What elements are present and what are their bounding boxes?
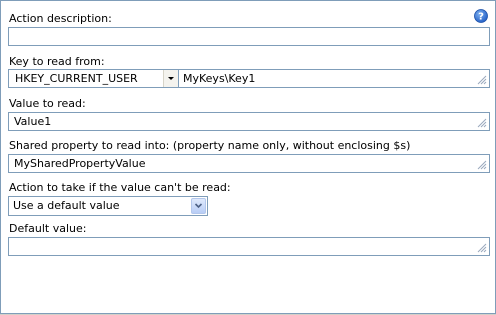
chevron-down-icon[interactable] <box>163 70 178 87</box>
default-value-label: Default value: <box>9 222 87 235</box>
shared-property-input[interactable]: MySharedPropertyValue <box>8 154 490 173</box>
action-description-input[interactable] <box>8 27 490 46</box>
failure-action-label: Action to take if the value can't be rea… <box>9 181 231 194</box>
action-properties-panel: Action description: ? Key to read from: … <box>0 0 496 314</box>
failure-action-select[interactable]: Use a default value <box>8 196 208 216</box>
help-icon[interactable]: ? <box>474 9 488 23</box>
shared-property-label: Shared property to read into: (property … <box>9 139 411 152</box>
action-description-label: Action description: <box>9 12 112 25</box>
resize-grip-icon[interactable] <box>477 118 487 128</box>
registry-hive-value: HKEY_CURRENT_USER <box>15 72 138 85</box>
svg-text:?: ? <box>478 12 484 23</box>
registry-hive-select[interactable]: HKEY_CURRENT_USER <box>8 69 179 88</box>
value-to-read-input[interactable]: Value1 <box>8 112 490 131</box>
resize-grip-icon[interactable] <box>477 243 487 253</box>
registry-key-path-value: MyKeys\Key1 <box>183 72 256 85</box>
resize-grip-icon[interactable] <box>477 75 487 85</box>
default-value-input[interactable] <box>8 237 490 256</box>
key-to-read-label: Key to read from: <box>9 55 105 68</box>
failure-action-selected: Use a default value <box>13 199 120 212</box>
value-to-read-value: Value1 <box>14 115 52 128</box>
shared-property-value: MySharedPropertyValue <box>14 157 146 170</box>
value-to-read-label: Value to read: <box>9 97 86 110</box>
registry-key-path-input[interactable]: MyKeys\Key1 <box>179 69 490 88</box>
resize-grip-icon[interactable] <box>477 160 487 170</box>
chevron-down-icon[interactable] <box>191 198 206 214</box>
